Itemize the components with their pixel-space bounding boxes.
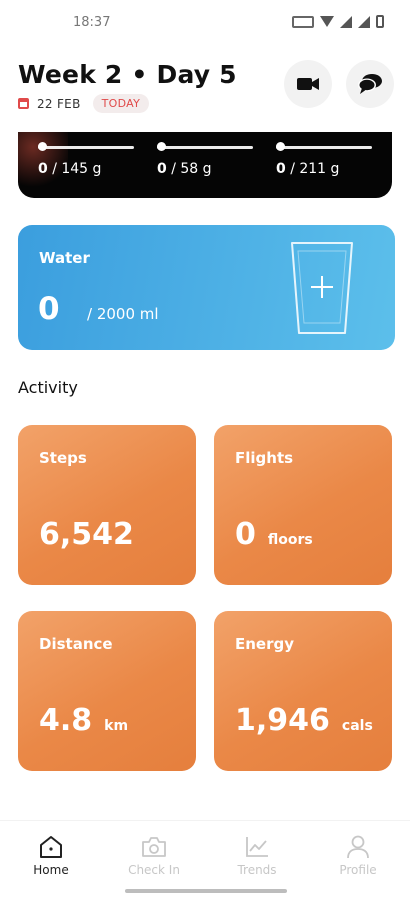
chat-button[interactable] [346,60,394,108]
water-title: Water [39,249,90,267]
tile-value: 0 [235,517,256,552]
tile-label: Flights [235,449,294,467]
nav-label: Profile [339,863,377,877]
battery-icon [376,15,384,28]
tile-value: 4.8 [39,703,93,738]
page-title: Week 2 • Day 5 [18,60,237,89]
nav-label: Home [33,863,69,877]
tile-unit: floors [267,532,313,548]
today-badge: TODAY [92,94,150,113]
macro-current: 0 [38,161,48,177]
wifi-icon [320,16,334,27]
signal-icon-2 [358,15,370,28]
tile-value-row: 0 floors [235,517,313,552]
gesture-bar [125,889,287,893]
flights-tile[interactable]: Flights 0 floors [214,425,392,585]
tile-value-row: 4.8 km [39,703,128,738]
video-camera-icon [297,78,319,90]
macro-goal: / 58 g [171,161,212,177]
app-screen: 18:37 Week 2 • Day 5 22 FEB TODAY 0 / 14… [0,0,410,900]
status-bar: 18:37 [0,0,410,48]
water-current: 0 [38,291,60,327]
tile-value-row: 6,542 [39,517,146,552]
nav-item-check-in[interactable]: Check In [114,833,194,877]
nav-item-home[interactable]: Home [11,833,91,877]
nav-label: Trends [237,863,277,877]
add-water-cup-icon[interactable] [290,239,354,337]
chart-icon [246,837,268,857]
chat-bubbles-icon [358,74,382,94]
activity-section-title: Activity [18,378,78,397]
distance-tile[interactable]: Distance 4.8 km [18,611,196,771]
macro-progress-track [157,146,253,149]
macro-value: 0 / 58 g [157,161,212,177]
macro-current: 0 [157,161,167,177]
tile-label: Energy [235,635,295,653]
status-icons [292,15,384,28]
tile-unit: cals [341,718,373,734]
steps-tile[interactable]: Steps 6,542 [18,425,196,585]
macro-goal: / 211 g [290,161,340,177]
water-card[interactable]: Water 0 / 2000 ml [18,225,395,350]
camera-icon [142,837,166,857]
home-icon [40,836,62,858]
macro-goal: / 145 g [52,161,102,177]
macro-value: 0 / 211 g [276,161,339,177]
tile-value: 6,542 [39,517,134,552]
nav-item-trends[interactable]: Trends [217,833,297,877]
tile-label: Distance [39,635,113,653]
macro-progress-dot [38,142,47,151]
calendar-icon [18,98,29,109]
date-row: 22 FEB TODAY [18,94,150,113]
status-time: 18:37 [73,15,111,30]
bottom-navigation: Home Check In Trends Profile [0,820,410,900]
tile-value: 1,946 [235,703,330,738]
tile-unit: km [104,718,129,734]
tile-value-row: 1,946 cals [235,703,373,738]
date-label: 22 FEB [37,96,81,111]
macro-current: 0 [276,161,286,177]
profile-icon [347,835,369,859]
signal-icon [340,15,352,28]
video-call-button[interactable] [284,60,332,108]
water-goal: / 2000 ml [87,305,159,323]
macro-value: 0 / 145 g [38,161,101,177]
macro-progress-track [276,146,372,149]
macro-progress-dot [157,142,166,151]
vibrate-icon [292,15,314,28]
energy-tile[interactable]: Energy 1,946 cals [214,611,392,771]
nav-item-profile[interactable]: Profile [318,833,398,877]
macro-progress-dot [276,142,285,151]
macro-progress-track [38,146,134,149]
nav-label: Check In [128,863,180,877]
tile-label: Steps [39,449,87,467]
macros-card[interactable]: 0 / 145 g 0 / 58 g 0 / 211 g [18,132,392,198]
